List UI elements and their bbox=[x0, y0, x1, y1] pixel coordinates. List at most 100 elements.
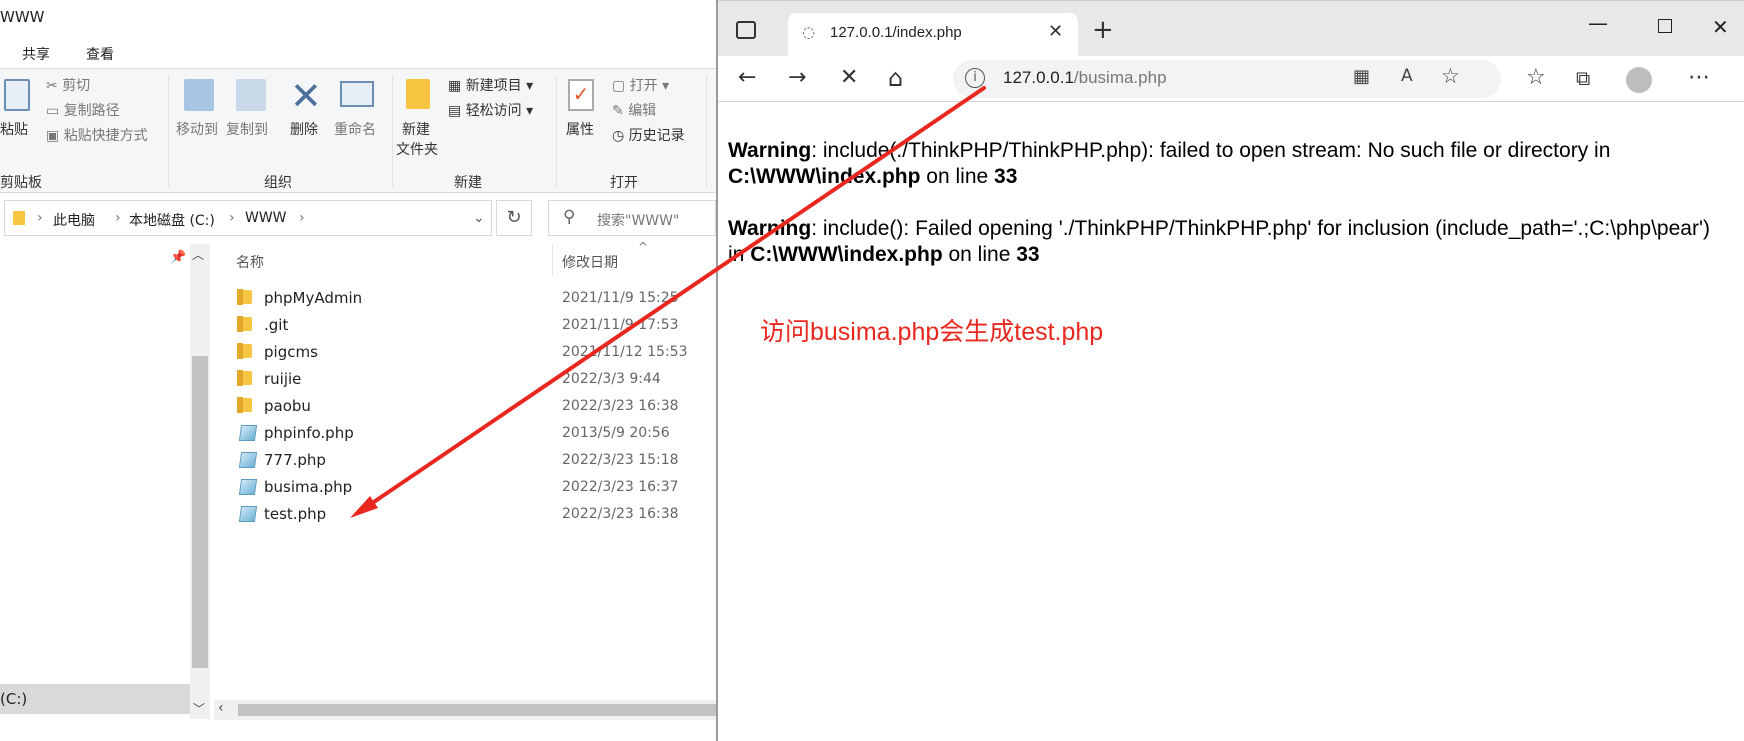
delete-button[interactable]: 删除 bbox=[290, 121, 318, 140]
tab-close-icon[interactable]: ✕ bbox=[1048, 21, 1063, 42]
file-row[interactable]: .git 2021/11/9 17:53 bbox=[236, 313, 716, 339]
warning-file: C:\WWW\index.php bbox=[728, 165, 921, 188]
scroll-down-icon[interactable]: ﹀ bbox=[193, 700, 205, 717]
tab-share[interactable]: 共享 bbox=[22, 44, 50, 64]
forward-icon[interactable]: → bbox=[788, 64, 806, 92]
rename-button[interactable]: 重命名 bbox=[334, 121, 376, 140]
sort-up-icon: ^ bbox=[638, 240, 649, 254]
site-info-icon[interactable]: i bbox=[965, 68, 985, 88]
file-name: ruijie bbox=[264, 370, 302, 388]
folder-icon bbox=[13, 211, 25, 225]
ribbon-divider bbox=[392, 75, 393, 187]
scissors-icon: ✂ bbox=[46, 78, 63, 94]
annotation-text: 访问busima.php会生成test.php bbox=[760, 318, 1104, 346]
php-file-icon bbox=[238, 425, 258, 441]
warning-line-text: on line bbox=[920, 165, 995, 188]
file-row[interactable]: phpinfo.php 2013/5/9 20:56 bbox=[236, 421, 716, 447]
breadcrumb-local-disk[interactable]: 本地磁盘 (C:) bbox=[129, 210, 215, 230]
file-row[interactable]: 777.php 2022/3/23 15:18 bbox=[236, 448, 716, 474]
collections-icon[interactable]: ⧉ bbox=[1576, 64, 1590, 92]
app-available-icon[interactable]: ▦ bbox=[1353, 66, 1370, 87]
history-button[interactable]: ◷ 历史记录 bbox=[612, 125, 685, 147]
php-file-icon bbox=[238, 479, 258, 495]
ribbon-divider bbox=[556, 75, 557, 187]
easy-access-button[interactable]: ▤ 轻松访问 ▾ bbox=[448, 100, 533, 122]
move-to-icon bbox=[184, 79, 214, 111]
url-text[interactable]: 127.0.0.1/busima.php bbox=[1003, 68, 1167, 88]
new-tab-icon[interactable]: + bbox=[1092, 15, 1114, 45]
new-item-button[interactable]: ▦ 新建项目 ▾ bbox=[448, 75, 533, 97]
read-aloud-icon[interactable]: A bbox=[1401, 66, 1413, 86]
horizontal-scroll-thumb[interactable] bbox=[238, 704, 716, 716]
new-folder-icon bbox=[406, 79, 430, 109]
paste-button[interactable]: 粘贴 bbox=[0, 121, 28, 140]
paste-icon bbox=[4, 79, 30, 111]
copy-path-button[interactable]: ▭ 复制路径 bbox=[46, 100, 120, 122]
column-header-name[interactable]: 名称 bbox=[236, 252, 264, 272]
breadcrumb-www[interactable]: WWW bbox=[245, 210, 287, 226]
paste-shortcut-button[interactable]: ▣ 粘贴快捷方式 bbox=[46, 125, 148, 147]
column-header-modified[interactable]: 修改日期 bbox=[562, 252, 618, 272]
search-box[interactable]: ⚲ 搜索"WWW" bbox=[548, 200, 716, 236]
profile-avatar[interactable] bbox=[1626, 67, 1652, 93]
move-to-button[interactable]: 移动到 bbox=[176, 121, 218, 140]
navigation-pane[interactable] bbox=[0, 240, 190, 720]
history-icon: ◷ bbox=[612, 128, 629, 144]
refresh-button[interactable]: ↻ bbox=[496, 200, 532, 236]
file-row[interactable]: test.php 2022/3/23 16:38 bbox=[236, 502, 716, 528]
url-path: /busima.php bbox=[1073, 68, 1167, 87]
new-folder-label-2: 文件夹 bbox=[396, 142, 438, 158]
address-bar[interactable]: i 127.0.0.1/busima.php ▦ A ☆ bbox=[953, 60, 1501, 98]
scroll-up-icon[interactable]: ︿ bbox=[192, 246, 204, 263]
warning-text: : include(./ThinkPHP/ThinkPHP.php): fail… bbox=[811, 139, 1611, 162]
open-button[interactable]: ▢ 打开 ▾ bbox=[612, 75, 669, 97]
nav-selected-item[interactable]: (C:) bbox=[0, 684, 190, 714]
maximize-icon[interactable] bbox=[1658, 19, 1672, 33]
home-icon[interactable]: ⌂ bbox=[888, 64, 903, 92]
file-modified-date: 2021/11/12 15:53 bbox=[562, 344, 688, 360]
file-row[interactable]: ruijie 2022/3/3 9:44 bbox=[236, 367, 716, 393]
nav-scroll-thumb[interactable] bbox=[192, 356, 208, 668]
favorites-icon[interactable]: ☆ bbox=[1526, 64, 1546, 92]
copy-to-button[interactable]: 复制到 bbox=[226, 121, 268, 140]
add-favorite-icon[interactable]: ☆ bbox=[1441, 64, 1460, 88]
new-group-label: 新建 bbox=[454, 175, 482, 191]
edit-button[interactable]: ✎ 编辑 bbox=[612, 100, 656, 122]
stop-icon[interactable]: ✕ bbox=[840, 64, 858, 92]
open-icon: ▢ bbox=[612, 78, 630, 94]
file-modified-date: 2021/11/9 15:25 bbox=[562, 290, 679, 306]
file-name: 777.php bbox=[264, 451, 326, 469]
folder-icon bbox=[237, 316, 252, 332]
file-row[interactable]: paobu 2022/3/23 16:38 bbox=[236, 394, 716, 420]
tab-view[interactable]: 查看 bbox=[86, 44, 114, 64]
file-modified-date: 2022/3/23 16:38 bbox=[562, 506, 679, 522]
address-bar[interactable]: › 此电脑 › 本地磁盘 (C:) › WWW › ⌄ bbox=[4, 200, 492, 236]
folder-icon bbox=[237, 370, 252, 386]
minimize-icon[interactable]: — bbox=[1588, 11, 1608, 35]
properties-button[interactable]: 属性 bbox=[566, 121, 594, 140]
new-folder-button[interactable]: 新建 bbox=[402, 121, 430, 140]
drive-label: (C:) bbox=[0, 690, 28, 708]
window-title: WWW bbox=[0, 8, 45, 26]
tab-actions-icon[interactable] bbox=[736, 21, 756, 39]
file-row[interactable]: busima.php 2022/3/23 16:37 bbox=[236, 475, 716, 501]
warning-line-number: 33 bbox=[994, 165, 1018, 188]
chevron-right-icon: › bbox=[115, 210, 121, 226]
file-row[interactable]: pigcms 2021/11/12 15:53 bbox=[236, 340, 716, 366]
scroll-left-icon[interactable]: ‹ bbox=[218, 700, 224, 716]
search-input[interactable]: 搜索"WWW" bbox=[597, 210, 679, 230]
pin-icon[interactable]: 📌 bbox=[170, 250, 186, 265]
window-close-icon[interactable]: ✕ bbox=[1712, 15, 1729, 39]
file-row[interactable]: phpMyAdmin 2021/11/9 15:25 bbox=[236, 286, 716, 312]
file-modified-date: 2022/3/23 15:18 bbox=[562, 452, 679, 468]
chevron-down-icon[interactable]: ⌄ bbox=[473, 210, 485, 226]
cut-button[interactable]: ✂ 剪切 bbox=[46, 75, 90, 97]
breadcrumb-this-pc[interactable]: 此电脑 bbox=[53, 210, 95, 230]
warning-file: C:\WWW\index.php bbox=[750, 243, 943, 266]
file-name: busima.php bbox=[264, 478, 353, 496]
browser-tab[interactable]: ◌ 127.0.0.1/index.php ✕ bbox=[788, 13, 1078, 57]
more-icon[interactable]: ⋯ bbox=[1688, 64, 1710, 92]
column-divider[interactable] bbox=[552, 244, 553, 276]
edit-icon: ✎ bbox=[612, 103, 629, 119]
back-icon[interactable]: ← bbox=[738, 64, 756, 92]
